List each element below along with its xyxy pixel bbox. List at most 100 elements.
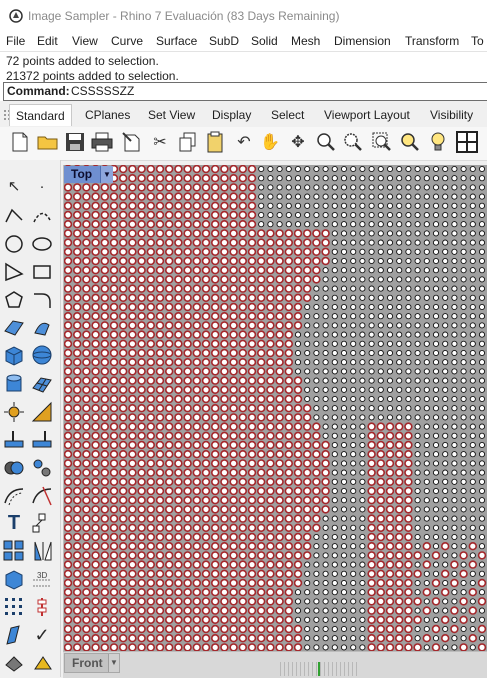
selected-point[interactable] xyxy=(266,597,275,606)
selected-point[interactable] xyxy=(257,302,266,312)
point[interactable] xyxy=(442,368,449,375)
point[interactable] xyxy=(423,294,430,301)
selected-point[interactable] xyxy=(118,440,128,450)
selected-point[interactable] xyxy=(100,312,109,321)
point[interactable] xyxy=(304,395,311,403)
point[interactable] xyxy=(331,340,338,347)
selected-point[interactable] xyxy=(146,376,156,385)
point[interactable] xyxy=(405,276,412,283)
selected-point[interactable] xyxy=(395,477,404,486)
selected-point[interactable] xyxy=(192,404,202,413)
selected-point[interactable] xyxy=(183,440,192,450)
selected-point[interactable] xyxy=(164,348,174,358)
selected-point[interactable] xyxy=(72,247,82,257)
selected-point[interactable] xyxy=(229,302,238,312)
point[interactable] xyxy=(442,386,449,393)
selected-point[interactable] xyxy=(321,238,330,247)
selected-point[interactable] xyxy=(137,367,146,376)
selected-point[interactable] xyxy=(312,514,321,523)
selected-point[interactable] xyxy=(321,477,330,486)
point[interactable] xyxy=(350,543,357,550)
selected-point[interactable] xyxy=(229,514,238,523)
point[interactable] xyxy=(340,285,348,292)
point[interactable] xyxy=(313,359,320,366)
selected-point[interactable] xyxy=(174,551,183,560)
box-icon[interactable] xyxy=(2,343,26,367)
selected-point[interactable] xyxy=(91,385,100,395)
point[interactable] xyxy=(423,552,430,559)
selected-point[interactable] xyxy=(211,477,220,486)
selected-point[interactable] xyxy=(128,532,137,542)
selected-point[interactable] xyxy=(413,569,422,578)
point[interactable] xyxy=(423,386,430,393)
point[interactable] xyxy=(294,211,302,219)
selected-point[interactable] xyxy=(109,330,119,339)
point[interactable] xyxy=(313,165,320,173)
point[interactable] xyxy=(478,349,486,357)
point[interactable] xyxy=(414,460,421,467)
selected-point[interactable] xyxy=(376,551,385,560)
point[interactable] xyxy=(469,515,476,522)
point[interactable] xyxy=(359,423,366,430)
sphere-icon[interactable] xyxy=(30,343,54,367)
selected-point[interactable] xyxy=(155,597,165,606)
point[interactable] xyxy=(285,202,292,209)
point[interactable] xyxy=(451,478,458,485)
selected-point[interactable] xyxy=(146,523,156,532)
point[interactable] xyxy=(423,579,430,587)
point[interactable] xyxy=(478,405,486,412)
selected-point[interactable] xyxy=(192,597,202,606)
selected-point[interactable] xyxy=(229,165,238,174)
check-icon[interactable]: ✓ xyxy=(30,623,54,647)
selected-point[interactable] xyxy=(247,385,257,395)
selected-point[interactable] xyxy=(376,615,385,624)
selected-point[interactable] xyxy=(431,551,441,560)
selected-point[interactable] xyxy=(211,173,220,183)
point[interactable] xyxy=(386,340,394,347)
selected-point[interactable] xyxy=(155,312,165,321)
selected-point[interactable] xyxy=(118,477,128,486)
point[interactable] xyxy=(359,616,366,623)
selected-point[interactable] xyxy=(220,201,229,210)
selected-point[interactable] xyxy=(376,514,385,523)
selected-point[interactable] xyxy=(146,643,155,651)
point[interactable] xyxy=(442,340,449,347)
selected-point[interactable] xyxy=(468,588,477,597)
selected-point[interactable] xyxy=(229,394,238,404)
selected-point[interactable] xyxy=(211,293,220,303)
menu-tools[interactable]: To xyxy=(471,34,484,48)
point[interactable] xyxy=(414,589,421,596)
point[interactable] xyxy=(478,395,486,403)
selected-point[interactable] xyxy=(64,440,73,450)
point[interactable] xyxy=(451,322,458,329)
point[interactable] xyxy=(451,294,458,301)
light-bulb-icon[interactable] xyxy=(426,130,450,154)
point[interactable] xyxy=(304,340,311,347)
selected-point[interactable] xyxy=(284,330,294,339)
selected-point[interactable] xyxy=(137,229,146,238)
selected-point[interactable] xyxy=(128,330,137,339)
point[interactable] xyxy=(432,340,440,347)
selected-point[interactable] xyxy=(293,486,303,496)
selected-point[interactable] xyxy=(128,302,137,312)
point[interactable] xyxy=(396,239,403,246)
point[interactable] xyxy=(405,221,412,228)
point[interactable] xyxy=(442,230,449,237)
point[interactable] xyxy=(386,313,394,320)
point[interactable] xyxy=(359,285,366,292)
point[interactable] xyxy=(377,165,384,173)
point[interactable] xyxy=(442,451,449,458)
selected-point[interactable] xyxy=(275,496,284,505)
selected-point[interactable] xyxy=(192,229,202,238)
selected-point[interactable] xyxy=(82,440,91,450)
selected-point[interactable] xyxy=(257,247,266,257)
selected-point[interactable] xyxy=(257,367,266,376)
selected-point[interactable] xyxy=(321,450,330,459)
selected-point[interactable] xyxy=(385,615,395,624)
selected-point[interactable] xyxy=(247,219,257,229)
point[interactable] xyxy=(386,377,394,384)
point[interactable] xyxy=(478,239,486,246)
selected-point[interactable] xyxy=(146,624,156,634)
selected-point[interactable] xyxy=(376,496,385,505)
point[interactable] xyxy=(276,175,283,182)
